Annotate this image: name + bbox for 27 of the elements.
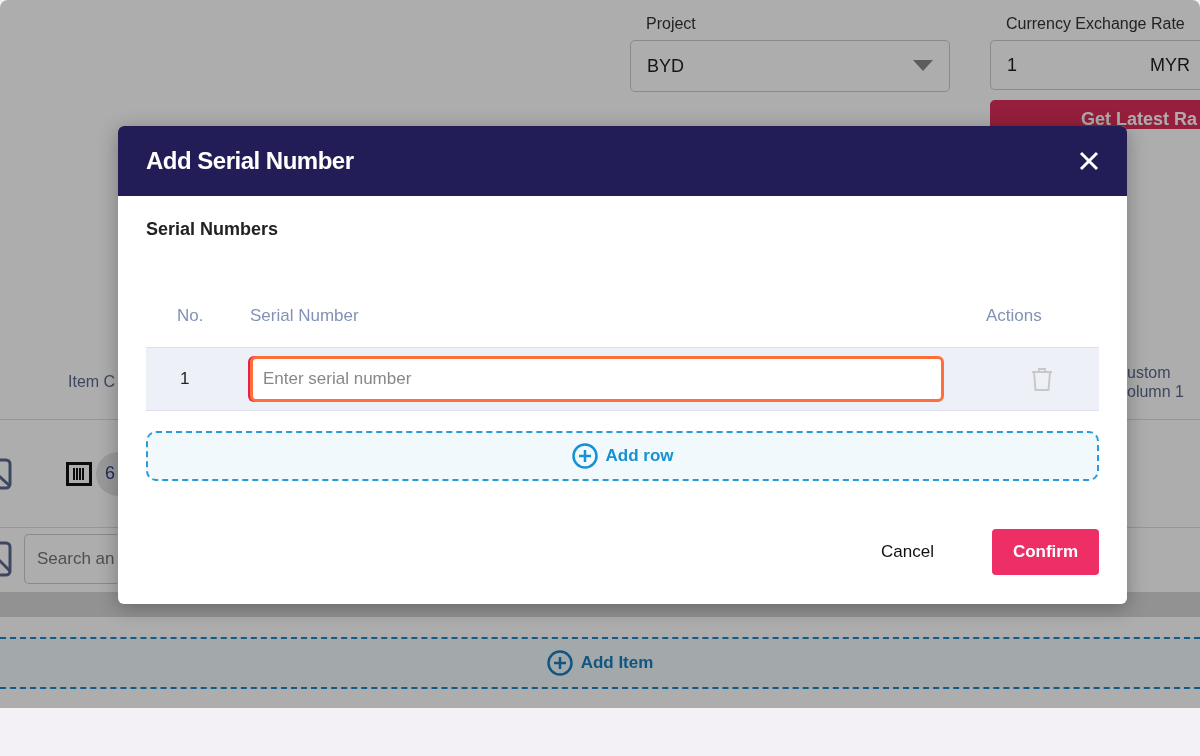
close-icon[interactable] — [1079, 151, 1099, 171]
image-icon[interactable] — [0, 457, 12, 490]
column-header: ustom olumn 1 — [1127, 362, 1185, 402]
cancel-button[interactable]: Cancel — [881, 539, 934, 565]
confirm-button[interactable]: Confirm — [992, 529, 1099, 575]
field-label: Currency Exchange Rate — [1006, 14, 1186, 34]
serial-number-field[interactable]: Enter serial number — [250, 356, 944, 402]
section-title: Serial Numbers — [146, 218, 280, 241]
plus-icon — [571, 443, 598, 469]
item-count: 6 — [96, 451, 118, 496]
plus-icon — [546, 650, 573, 676]
field-label: Project — [646, 14, 697, 34]
column-header: Item C — [68, 372, 117, 392]
add-item-button[interactable]: Add Item — [540, 649, 660, 677]
add-row-button[interactable]: Add row — [146, 431, 1099, 481]
row-number: 1 — [180, 369, 190, 389]
column-header: Serial Number — [250, 306, 359, 326]
project-select[interactable]: BYD — [630, 40, 950, 92]
exchange-rate-field[interactable]: 1 MYR — [990, 40, 1200, 90]
barcode-icon[interactable] — [66, 461, 92, 486]
column-header: No. — [177, 306, 204, 326]
caret-icon — [913, 60, 933, 72]
get-latest-rate-button[interactable]: Get Latest Ra — [990, 100, 1200, 129]
search-field[interactable]: Search an — [24, 534, 117, 584]
image-icon[interactable] — [0, 541, 12, 577]
dialog-title: Add Serial Number — [146, 146, 354, 176]
column-header: Actions — [986, 306, 1042, 326]
